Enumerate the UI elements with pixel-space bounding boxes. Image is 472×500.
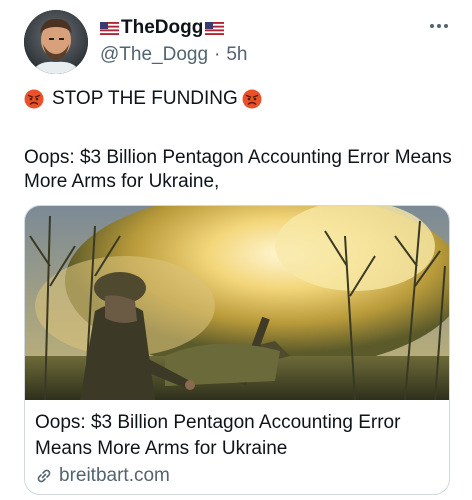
- more-options-button[interactable]: [424, 16, 454, 36]
- us-flag-icon: [205, 21, 225, 35]
- link-preview-card[interactable]: Oops: $3 Billion Pentagon Accounting Err…: [24, 205, 450, 495]
- card-domain[interactable]: breitbart.com: [59, 465, 170, 487]
- display-name[interactable]: TheDogg: [121, 17, 203, 39]
- author-name-row[interactable]: TheDogg: [100, 16, 225, 40]
- profile-photo-icon: [24, 10, 88, 74]
- more-icon-dot: [437, 24, 441, 28]
- card-domain-row[interactable]: breitbart.com: [35, 465, 170, 487]
- tweet: TheDogg @The_Dogg · 5h STOP THE FUNDING …: [0, 0, 472, 500]
- more-icon: [430, 24, 434, 28]
- more-icon-dot: [444, 24, 448, 28]
- avatar[interactable]: [24, 10, 88, 74]
- card-title[interactable]: Oops: $3 Billion Pentagon Accounting Err…: [35, 410, 435, 462]
- angry-face-icon: [242, 89, 262, 109]
- post-line1: STOP THE FUNDING: [24, 88, 262, 110]
- post-line1-text: STOP THE FUNDING: [52, 88, 238, 109]
- angry-face-icon: [24, 89, 44, 109]
- link-icon: [37, 469, 51, 483]
- artillery-photo: [25, 206, 449, 400]
- author-meta: @The_Dogg · 5h: [100, 44, 248, 66]
- post-body: Oops: $3 Billion Pentagon Accounting Err…: [24, 147, 452, 192]
- handle[interactable]: @The_Dogg: [100, 44, 208, 66]
- us-flag-icon: [100, 21, 119, 35]
- separator-dot: ·: [214, 44, 221, 65]
- timestamp[interactable]: 5h: [226, 44, 247, 66]
